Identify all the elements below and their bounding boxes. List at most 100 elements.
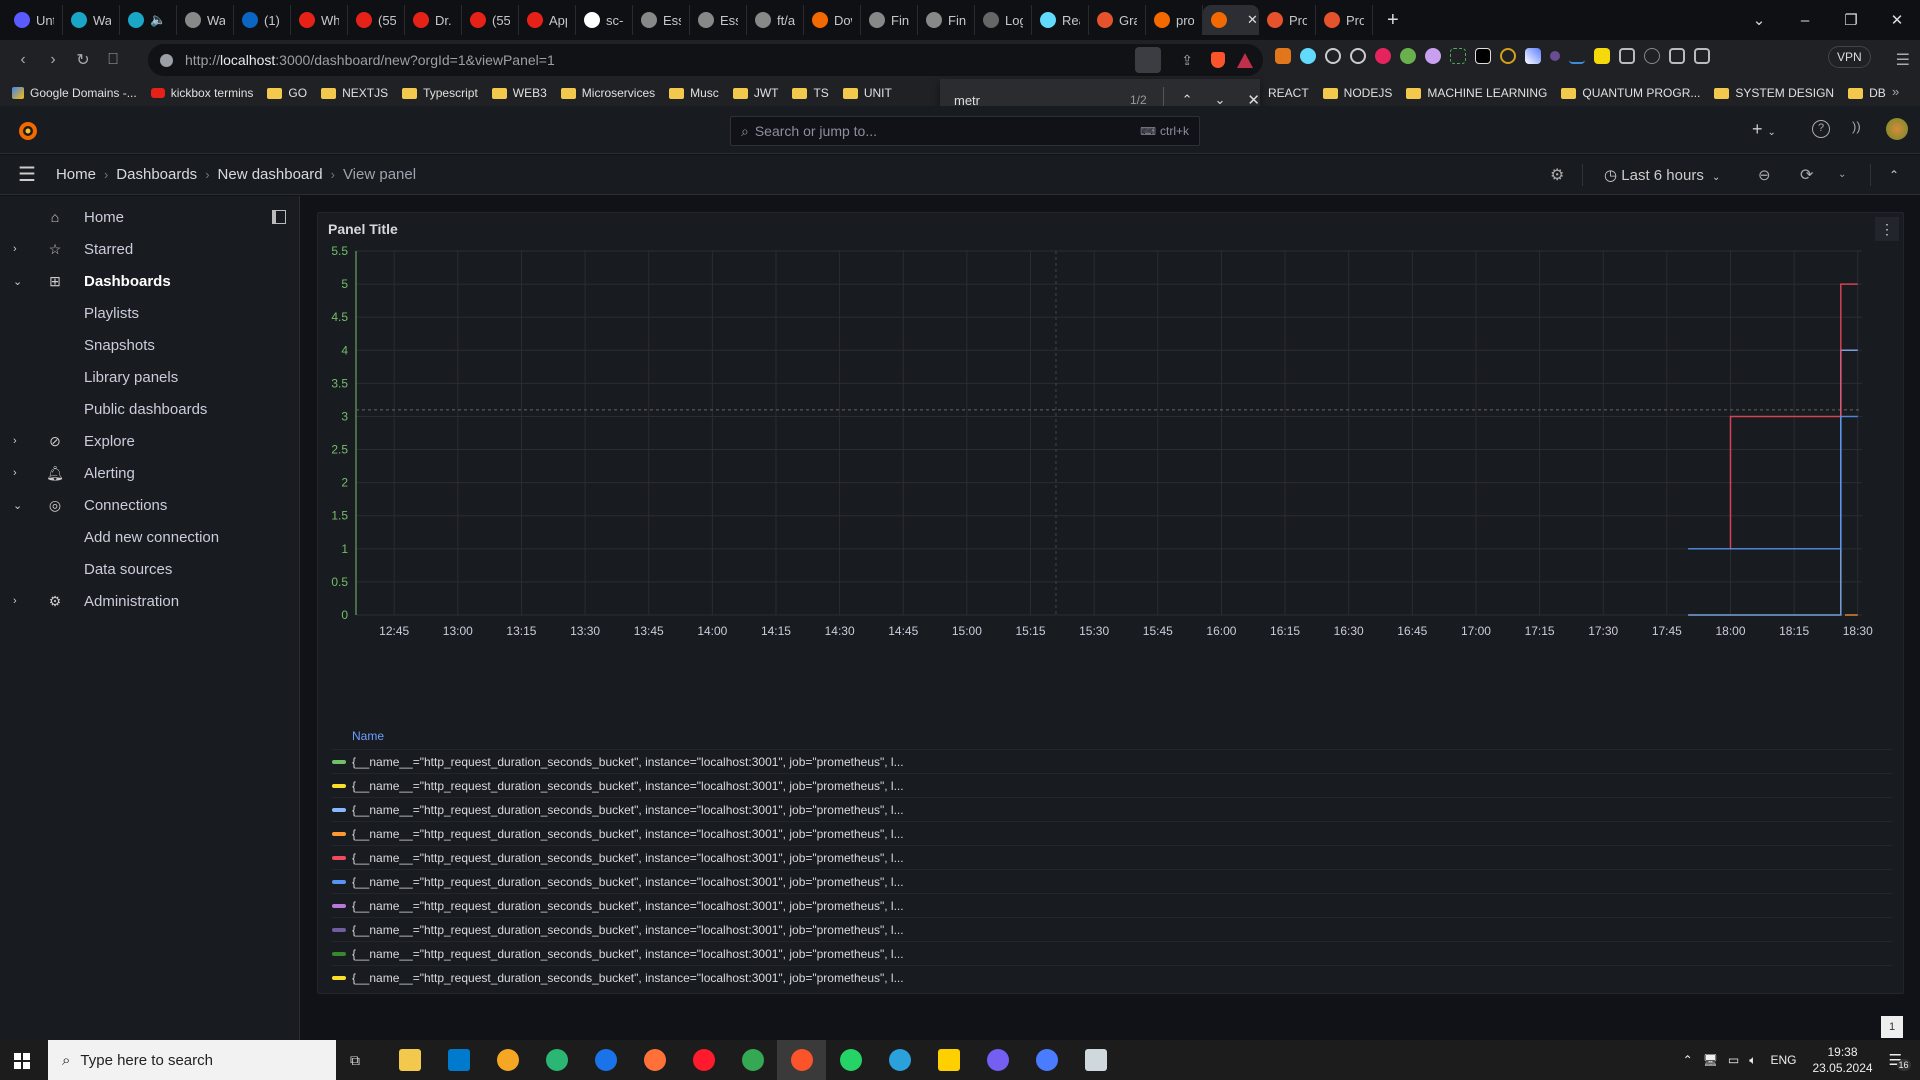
- chevron-right-icon[interactable]: ›: [13, 595, 17, 607]
- grafana-logo[interactable]: [16, 118, 40, 142]
- brave-rewards-icon[interactable]: [1237, 52, 1253, 68]
- chevron-down-icon[interactable]: ⌄: [13, 275, 22, 288]
- bookmark-item[interactable]: REACT: [1268, 86, 1309, 100]
- new-tab-button[interactable]: +: [1387, 9, 1399, 32]
- bookmark-item[interactable]: JWT: [732, 86, 778, 100]
- sidebar-item-explore[interactable]: › ⊘ Explore: [0, 425, 300, 457]
- taskbar-app-edge[interactable]: [532, 1040, 581, 1080]
- browser-tab[interactable]: Pron: [1259, 5, 1316, 35]
- extension-target-icon[interactable]: [1325, 48, 1341, 64]
- bookmark-item[interactable]: Musc: [669, 86, 719, 100]
- browser-tab[interactable]: ✕: [1203, 5, 1259, 35]
- network-icon[interactable]: 🖥︎: [1703, 1053, 1718, 1067]
- legend-item[interactable]: {__name__="http_request_duration_seconds…: [332, 917, 1892, 941]
- news-feed-icon[interactable]: )): [1852, 119, 1861, 134]
- chevron-down-icon[interactable]: ⌄: [13, 499, 22, 512]
- windows-start-icon[interactable]: [14, 1053, 30, 1069]
- dictionary-icon[interactable]: [1594, 48, 1610, 64]
- taskbar-app-firefox[interactable]: [630, 1040, 679, 1080]
- extension-glasses-icon[interactable]: [1475, 48, 1491, 64]
- taskbar-app-tor-browser[interactable]: [483, 1040, 532, 1080]
- legend-item[interactable]: {__name__="http_request_duration_seconds…: [332, 773, 1892, 797]
- sidebar-item-playlists[interactable]: Playlists: [0, 297, 300, 329]
- browser-tab[interactable]: Dr. D: [405, 5, 462, 35]
- chevron-right-icon[interactable]: ›: [13, 467, 17, 479]
- share-icon[interactable]: ⇪: [1181, 52, 1193, 69]
- sidebar-item-add-new-connection[interactable]: Add new connection: [0, 521, 300, 553]
- browser-tab[interactable]: Graf: [1089, 5, 1146, 35]
- browser-tab[interactable]: Esse: [633, 5, 690, 35]
- browser-tab[interactable]: 🔈 V: [120, 5, 177, 35]
- browser-tab[interactable]: (55): [348, 5, 405, 35]
- sidebar-item-data-sources[interactable]: Data sources: [0, 553, 300, 585]
- extension-screenshot-icon[interactable]: [1450, 48, 1466, 64]
- brave-shields-icon[interactable]: [1211, 52, 1225, 68]
- taskbar-app-sticky-notes[interactable]: [924, 1040, 973, 1080]
- browser-tab[interactable]: Reac: [1032, 5, 1089, 35]
- volume-icon[interactable]: 🔈︎: [1749, 1053, 1756, 1068]
- zoom-out-icon[interactable]: ⊖: [1758, 166, 1771, 184]
- corner-badge[interactable]: 1: [1881, 1016, 1903, 1038]
- tab-search-chevron-icon[interactable]: ⌄: [1736, 11, 1782, 29]
- find-in-page-icon[interactable]: [1135, 47, 1161, 73]
- breadcrumb-dashboards[interactable]: Dashboards: [116, 166, 197, 183]
- sidebar-item-connections[interactable]: ⌄ ◎ Connections: [0, 489, 300, 521]
- dashboard-settings-icon[interactable]: ⚙: [1550, 165, 1564, 185]
- browser-tab[interactable]: Unti: [6, 5, 63, 35]
- sidebar-item-home[interactable]: ⌂ Home: [0, 201, 300, 233]
- sidebar-item-starred[interactable]: › ☆ Starred: [0, 233, 300, 265]
- bookmark-item[interactable]: TS: [792, 86, 829, 100]
- browser-tab[interactable]: (1) N: [234, 5, 291, 35]
- site-info-icon[interactable]: [160, 53, 173, 67]
- extension-dot-icon[interactable]: [1550, 51, 1560, 61]
- sidebar-item-dashboards[interactable]: ⌄ ⊞ Dashboards: [0, 265, 300, 297]
- legend-item[interactable]: {__name__="http_request_duration_seconds…: [332, 845, 1892, 869]
- bookmark-item[interactable]: Google Domains -...: [12, 86, 137, 100]
- refresh-icon[interactable]: ⟳: [1800, 165, 1813, 185]
- bookmark-item[interactable]: NEXTJS: [321, 86, 388, 100]
- bookmark-item[interactable]: DB: [1848, 86, 1886, 100]
- extension-wheel-icon[interactable]: [1500, 48, 1516, 64]
- tray-overflow-icon[interactable]: ⌃: [1683, 1053, 1693, 1067]
- bookmark-item[interactable]: Microservices: [560, 86, 655, 100]
- legend-item[interactable]: {__name__="http_request_duration_seconds…: [332, 893, 1892, 917]
- time-series-chart[interactable]: 0 0.5 1 1.5 2 2.5 3 3.5 4 4.5 5 5.5 12:45 13:00 13:15 1…: [318, 233, 1905, 733]
- taskbar-app-app-window[interactable]: [1071, 1040, 1120, 1080]
- user-avatar[interactable]: [1886, 118, 1908, 140]
- extension-frog-icon[interactable]: [1400, 48, 1416, 64]
- legend-item[interactable]: {__name__="http_request_duration_seconds…: [332, 941, 1892, 965]
- legend-header-name[interactable]: Name: [332, 729, 1892, 749]
- browser-tab[interactable]: ft/ar: [747, 5, 804, 35]
- browser-tab[interactable]: (55): [462, 5, 519, 35]
- sidebar-item-alerting[interactable]: › 🔔︎ Alerting: [0, 457, 300, 489]
- close-tab-icon[interactable]: ✕: [1247, 12, 1258, 28]
- reload-button[interactable]: ↻: [68, 50, 98, 70]
- legend-item[interactable]: {__name__="http_request_duration_seconds…: [332, 869, 1892, 893]
- taskbar-app-chrome[interactable]: [728, 1040, 777, 1080]
- extensions-puzzle-icon[interactable]: [1619, 48, 1635, 64]
- taskbar-app-viber[interactable]: [973, 1040, 1022, 1080]
- browser-tab[interactable]: Pron: [1316, 5, 1373, 35]
- taskbar-app-whatsapp[interactable]: [826, 1040, 875, 1080]
- time-picker-button[interactable]: ◷ Last 6 hours ⌄: [1604, 166, 1720, 184]
- taskbar-app-vscode[interactable]: [434, 1040, 483, 1080]
- breadcrumb-new-dashboard[interactable]: New dashboard: [218, 166, 323, 183]
- bookmark-item[interactable]: WEB3: [491, 86, 547, 100]
- breadcrumb-home[interactable]: Home: [56, 166, 96, 183]
- browser-tab[interactable]: pron: [1146, 5, 1203, 35]
- bookmark-icon[interactable]: ⎕: [98, 51, 128, 69]
- taskbar-app-file-explorer[interactable]: [385, 1040, 434, 1080]
- browser-tab[interactable]: Fina: [918, 5, 975, 35]
- browser-tab[interactable]: Dow: [804, 5, 861, 35]
- bookmark-item[interactable]: Typescript: [402, 86, 478, 100]
- browser-tab[interactable]: Log: [975, 5, 1032, 35]
- sidebar-item-library-panels[interactable]: Library panels: [0, 361, 300, 393]
- extension-compass-icon[interactable]: [1350, 48, 1366, 64]
- battery-icon[interactable]: ▭: [1728, 1053, 1739, 1067]
- legend-item[interactable]: {__name__="http_request_duration_seconds…: [332, 797, 1892, 821]
- browser-tab[interactable]: Why: [291, 5, 348, 35]
- chevron-right-icon[interactable]: ›: [13, 435, 17, 447]
- notifications-icon[interactable]: ☰ 16: [1889, 1051, 1911, 1071]
- minimize-button[interactable]: –: [1782, 12, 1828, 29]
- bookmark-item[interactable]: GO: [267, 86, 307, 100]
